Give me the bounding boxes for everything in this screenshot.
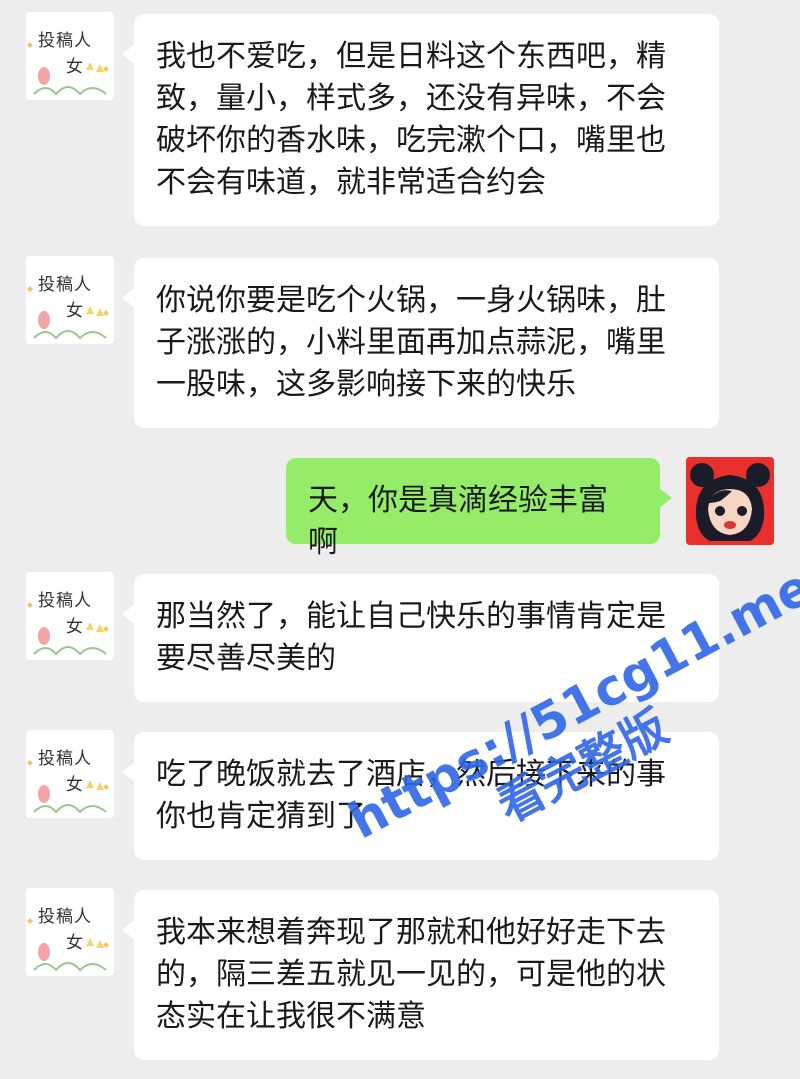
contact-avatar[interactable]: 投稿人 女 [26,256,114,344]
message-text: 我本来想着奔现了那就和他好好走下去的，隔三差五就见一见的，可是他的状态实在让我很… [156,915,666,1034]
user-avatar[interactable] [686,457,774,545]
contact-avatar[interactable]: 投稿人 女 [26,730,114,818]
avatar-text: 投稿人 [38,907,92,927]
incoming-message-bubble[interactable]: 你说你要是吃个火锅，一身火锅味，肚子涨涨的，小料里面再加点蒜泥，嘴里一股味，这多… [122,258,719,428]
avatar-text: 女 [66,775,83,795]
message-text: 你说你要是吃个火锅，一身火锅味，肚子涨涨的，小料里面再加点蒜泥，嘴里一股味，这多… [156,283,666,402]
avatar-text: 女 [66,617,83,637]
contact-avatar[interactable]: 投稿人 女 [26,572,114,660]
incoming-message-bubble[interactable]: 我也不爱吃，但是日料这个东西吧，精致，量小，样式多，还没有异味，不会破坏你的香水… [122,14,719,226]
incoming-message-bubble[interactable]: 那当然了，能让自己快乐的事情肯定是要尽善尽美的 [122,574,719,702]
contact-avatar[interactable]: 投稿人 女 [26,888,114,976]
avatar-text: 女 [66,933,83,953]
message-text: 那当然了，能让自己快乐的事情肯定是要尽善尽美的 [156,599,666,676]
cartoon-girl-avatar-icon [686,457,774,545]
message-text: 我也不爱吃，但是日料这个东西吧，精致，量小，样式多，还没有异味，不会破坏你的香水… [156,39,666,200]
message-text: 天，你是真滴经验丰富啊 [308,483,608,560]
avatar-text: 女 [66,301,83,321]
avatar-text: 投稿人 [38,31,92,51]
message-text: 吃了晚饭就去了酒店，然后接下来的事你也肯定猜到了 [156,757,666,834]
outgoing-message-bubble[interactable]: 天，你是真滴经验丰富啊 [286,458,672,560]
avatar-text: 投稿人 [38,749,92,769]
contact-avatar[interactable]: 投稿人 女 [26,12,114,100]
avatar-text: 女 [66,57,83,77]
avatar-text: 投稿人 [38,275,92,295]
avatar-text: 投稿人 [38,591,92,611]
incoming-message-bubble[interactable]: 吃了晚饭就去了酒店，然后接下来的事你也肯定猜到了 [122,732,719,860]
incoming-message-bubble[interactable]: 我本来想着奔现了那就和他好好走下去的，隔三差五就见一见的，可是他的状态实在让我很… [122,890,719,1060]
